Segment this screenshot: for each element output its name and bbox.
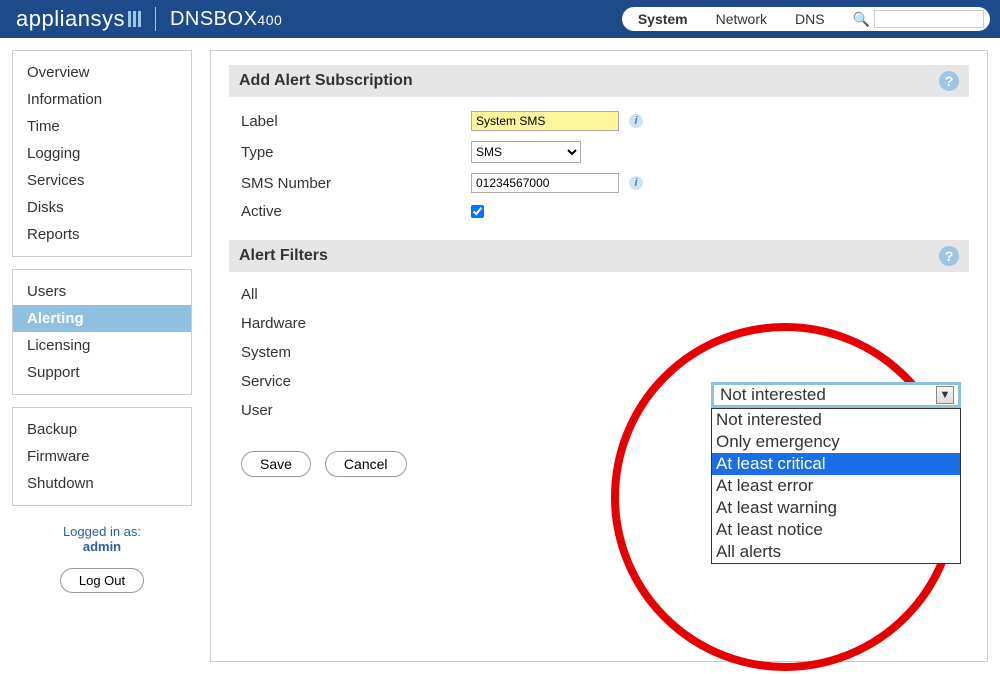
main-panel: Add Alert Subscription ? Label i Type SM… bbox=[210, 50, 988, 662]
dropdown-option[interactable]: Only emergency bbox=[712, 431, 960, 453]
search-icon: 🔍 bbox=[853, 11, 870, 28]
sidebar-item-backup[interactable]: Backup bbox=[13, 416, 191, 443]
brand-text: appliansys bbox=[16, 6, 125, 32]
product-name: DNSBOX400 bbox=[170, 8, 282, 31]
filters-header: Alert Filters ? bbox=[229, 240, 969, 272]
top-bar: appliansys DNSBOX400 System Network DNS … bbox=[0, 0, 1000, 38]
dropdown-option[interactable]: At least error bbox=[712, 475, 960, 497]
top-tabs: System Network DNS 🔍 bbox=[622, 7, 990, 31]
info-icon[interactable]: i bbox=[629, 114, 643, 128]
sidebar-item-alerting[interactable]: Alerting bbox=[13, 305, 191, 332]
product-suffix: 400 bbox=[257, 12, 282, 28]
filter-level-dropdown[interactable]: Not interested ▼ Not interested Only eme… bbox=[711, 382, 961, 564]
sidebar-item-disks[interactable]: Disks bbox=[13, 194, 191, 221]
sidebar-group-2: Users Alerting Licensing Support bbox=[12, 269, 192, 395]
sidebar-item-information[interactable]: Information bbox=[13, 86, 191, 113]
sidebar-item-support[interactable]: Support bbox=[13, 359, 191, 386]
dropdown-option[interactable]: All alerts bbox=[712, 541, 960, 563]
sidebar: Overview Information Time Logging Servic… bbox=[12, 50, 192, 662]
login-box: Logged in as: admin Log Out bbox=[12, 518, 192, 593]
active-field-label: Active bbox=[241, 203, 471, 220]
search-input[interactable] bbox=[874, 10, 984, 28]
sidebar-item-time[interactable]: Time bbox=[13, 113, 191, 140]
info-icon[interactable]: i bbox=[629, 176, 643, 190]
sidebar-group-1: Overview Information Time Logging Servic… bbox=[12, 50, 192, 257]
save-button[interactable]: Save bbox=[241, 451, 311, 477]
subscription-title: Add Alert Subscription bbox=[239, 72, 413, 90]
dropdown-selected-label: Not interested bbox=[720, 385, 826, 405]
sidebar-group-3: Backup Firmware Shutdown bbox=[12, 407, 192, 506]
label-field-label: Label bbox=[241, 113, 471, 130]
logo-separator bbox=[155, 7, 156, 31]
label-input[interactable] bbox=[471, 111, 619, 131]
subscription-form: Label i Type SMS SMS Number i Active bbox=[229, 97, 969, 240]
active-checkbox[interactable] bbox=[471, 205, 484, 218]
sidebar-item-users[interactable]: Users bbox=[13, 278, 191, 305]
dropdown-option[interactable]: Not interested bbox=[712, 409, 960, 431]
type-select[interactable]: SMS bbox=[471, 141, 581, 163]
dropdown-options: Not interested Only emergency At least c… bbox=[711, 408, 961, 564]
logout-button[interactable]: Log Out bbox=[60, 568, 144, 593]
dropdown-selected[interactable]: Not interested ▼ bbox=[711, 382, 961, 408]
dropdown-option[interactable]: At least critical bbox=[712, 453, 960, 475]
sms-input[interactable] bbox=[471, 173, 619, 193]
filters-title: Alert Filters bbox=[239, 247, 328, 265]
search-box: 🔍 bbox=[853, 10, 984, 28]
tab-dns[interactable]: DNS bbox=[795, 11, 825, 27]
tab-network[interactable]: Network bbox=[716, 11, 767, 27]
sidebar-item-shutdown[interactable]: Shutdown bbox=[13, 470, 191, 497]
sidebar-item-firmware[interactable]: Firmware bbox=[13, 443, 191, 470]
filter-row-system: System bbox=[241, 344, 957, 361]
subscription-header: Add Alert Subscription ? bbox=[229, 65, 969, 97]
logged-in-label: Logged in as: bbox=[12, 524, 192, 539]
dropdown-option[interactable]: At least notice bbox=[712, 519, 960, 541]
type-field-label: Type bbox=[241, 144, 471, 161]
help-icon[interactable]: ? bbox=[939, 71, 959, 91]
brand-stripes-icon bbox=[128, 11, 141, 27]
chevron-down-icon[interactable]: ▼ bbox=[936, 386, 954, 404]
filter-row-hardware: Hardware bbox=[241, 315, 957, 332]
sidebar-item-overview[interactable]: Overview bbox=[13, 59, 191, 86]
tab-system[interactable]: System bbox=[638, 11, 688, 27]
sidebar-item-licensing[interactable]: Licensing bbox=[13, 332, 191, 359]
product-text: DNSBOX bbox=[170, 8, 257, 30]
sidebar-item-services[interactable]: Services bbox=[13, 167, 191, 194]
sidebar-item-reports[interactable]: Reports bbox=[13, 221, 191, 248]
cancel-button[interactable]: Cancel bbox=[325, 451, 407, 477]
filter-row-all: All bbox=[241, 286, 957, 303]
sidebar-item-logging[interactable]: Logging bbox=[13, 140, 191, 167]
dropdown-option[interactable]: At least warning bbox=[712, 497, 960, 519]
sms-field-label: SMS Number bbox=[241, 175, 471, 192]
help-icon[interactable]: ? bbox=[939, 246, 959, 266]
logo-block: appliansys DNSBOX400 bbox=[16, 6, 282, 32]
logged-in-user: admin bbox=[12, 539, 192, 554]
